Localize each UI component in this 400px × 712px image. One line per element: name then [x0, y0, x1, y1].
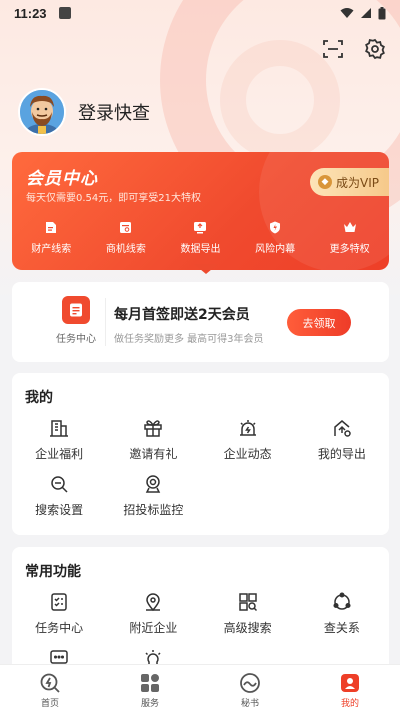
camera-monitor-icon: [142, 473, 164, 495]
settings-gear-icon[interactable]: [362, 36, 388, 62]
vip-perks: 财产线索 商机线索 数据导出 风险内幕 更多特权: [12, 220, 389, 255]
mine-section: 我的 企业福利 邀请有礼 企业动态 我的导出 搜索设置 招投标监控: [12, 373, 389, 535]
perk-risk-inside[interactable]: 风险内幕: [238, 220, 312, 255]
perk-more[interactable]: 更多特权: [313, 220, 387, 255]
become-vip-button[interactable]: ◆ 成为VIP: [310, 168, 389, 196]
vip-diamond-icon: ◆: [318, 175, 332, 189]
battery-icon: [378, 6, 386, 19]
advanced-search-icon: [237, 591, 259, 613]
perk-business-clues[interactable]: 商机线索: [89, 220, 163, 255]
home-icon: [39, 672, 61, 694]
task-center-label: 任务中心: [56, 334, 96, 345]
crown-icon: [343, 220, 357, 234]
mine-item-label: 邀请有礼: [129, 447, 178, 461]
perk-label: 数据导出: [180, 244, 221, 255]
nav-label: 秘书: [240, 699, 259, 709]
task-center-entry[interactable]: 任务中心: [44, 296, 108, 345]
mine-item-company-news[interactable]: 企业动态: [201, 417, 295, 473]
vip-title: 会员中心: [26, 169, 98, 189]
nav-label: 我的: [340, 699, 359, 709]
status-time: 11:23: [14, 5, 47, 21]
signal-icon: [361, 8, 371, 18]
services-grid-icon: [139, 672, 161, 694]
status-bar: 11:23: [0, 0, 400, 26]
profile-section[interactable]: 登录快查: [18, 88, 150, 136]
common-item-advanced-search[interactable]: 高级搜索: [201, 591, 295, 647]
secretary-icon: [239, 672, 261, 694]
perk-label: 商机线索: [105, 244, 146, 255]
common-item-label: 附近企业: [129, 621, 178, 635]
header-actions: [320, 36, 388, 62]
mine-item-label: 我的导出: [317, 447, 366, 461]
section-title: 我的: [25, 390, 53, 406]
common-item-label: 高级搜索: [223, 621, 272, 635]
perk-label: 更多特权: [329, 244, 370, 255]
section-title: 常用功能: [25, 564, 81, 580]
profile-icon: [339, 672, 361, 694]
status-indicators: [340, 6, 386, 20]
perk-data-export[interactable]: 数据导出: [163, 220, 237, 255]
vip-subtitle: 每天仅需要0.54元，即可享受21大特权: [26, 193, 201, 204]
claim-button[interactable]: 去领取: [287, 309, 351, 336]
common-item-relations[interactable]: 查关系: [295, 591, 389, 647]
notification-icon: [58, 7, 71, 19]
mine-item-bid-monitor[interactable]: 招投标监控: [106, 473, 200, 529]
avatar[interactable]: [18, 88, 66, 136]
risk-shield-icon: [268, 220, 282, 234]
task-clipboard-icon: [62, 296, 90, 324]
mine-grid: 企业福利 邀请有礼 企业动态 我的导出 搜索设置 招投标监控: [12, 417, 389, 529]
building-icon: [48, 417, 70, 439]
search-settings-icon: [48, 473, 70, 495]
business-lead-icon: [119, 220, 133, 234]
nav-label: 服务: [140, 699, 159, 709]
mine-item-company-benefits[interactable]: 企业福利: [12, 417, 106, 473]
mine-item-label: 企业福利: [35, 447, 84, 461]
nav-mine[interactable]: 我的: [300, 665, 400, 712]
scan-icon[interactable]: [320, 36, 346, 62]
cloud-export-icon: [331, 417, 353, 439]
perk-label: 财产线索: [31, 244, 72, 255]
common-item-label: 查关系: [323, 621, 360, 635]
vip-card[interactable]: 会员中心 每天仅需要0.54元，即可享受21大特权 ◆ 成为VIP 财产线索 商…: [12, 152, 389, 270]
alert-light-icon: [237, 417, 259, 439]
common-item-label: 任务中心: [35, 621, 84, 635]
task-center-card[interactable]: 任务中心 每月首签即送2天会员 做任务奖励更多 最高可得3年会员 去领取: [12, 282, 389, 362]
mine-item-label: 招投标监控: [123, 503, 184, 517]
common-item-task-center[interactable]: 任务中心: [12, 591, 106, 647]
perk-label: 风险内幕: [255, 244, 296, 255]
relation-graph-icon: [331, 591, 353, 613]
mine-item-invite[interactable]: 邀请有礼: [106, 417, 200, 473]
gift-icon: [142, 417, 164, 439]
location-pin-icon: [142, 591, 164, 613]
nav-label: 首页: [40, 699, 59, 709]
perk-property-clues[interactable]: 财产线索: [14, 220, 88, 255]
login-link[interactable]: 登录快查: [78, 99, 150, 125]
mine-item-label: 搜索设置: [35, 503, 84, 517]
task-list-icon: [48, 591, 70, 613]
vip-card-pointer: [194, 264, 218, 274]
nav-secretary[interactable]: 秘书: [200, 665, 300, 712]
mine-item-search-settings[interactable]: 搜索设置: [12, 473, 106, 529]
export-icon: [193, 220, 207, 234]
wifi-icon: [340, 8, 354, 18]
bottom-navigation: 首页 服务 秘书 我的: [0, 664, 400, 712]
common-item-nearby[interactable]: 附近企业: [106, 591, 200, 647]
nav-services[interactable]: 服务: [100, 665, 200, 712]
task-description: 做任务奖励更多 最高可得3年会员: [114, 334, 264, 345]
mine-item-label: 企业动态: [223, 447, 272, 461]
mine-item-my-exports[interactable]: 我的导出: [295, 417, 389, 473]
become-vip-label: 成为VIP: [336, 175, 379, 190]
divider: [105, 298, 106, 346]
property-icon: [44, 220, 58, 234]
nav-home[interactable]: 首页: [0, 665, 100, 712]
task-title: 每月首签即送2天会员: [114, 307, 250, 323]
